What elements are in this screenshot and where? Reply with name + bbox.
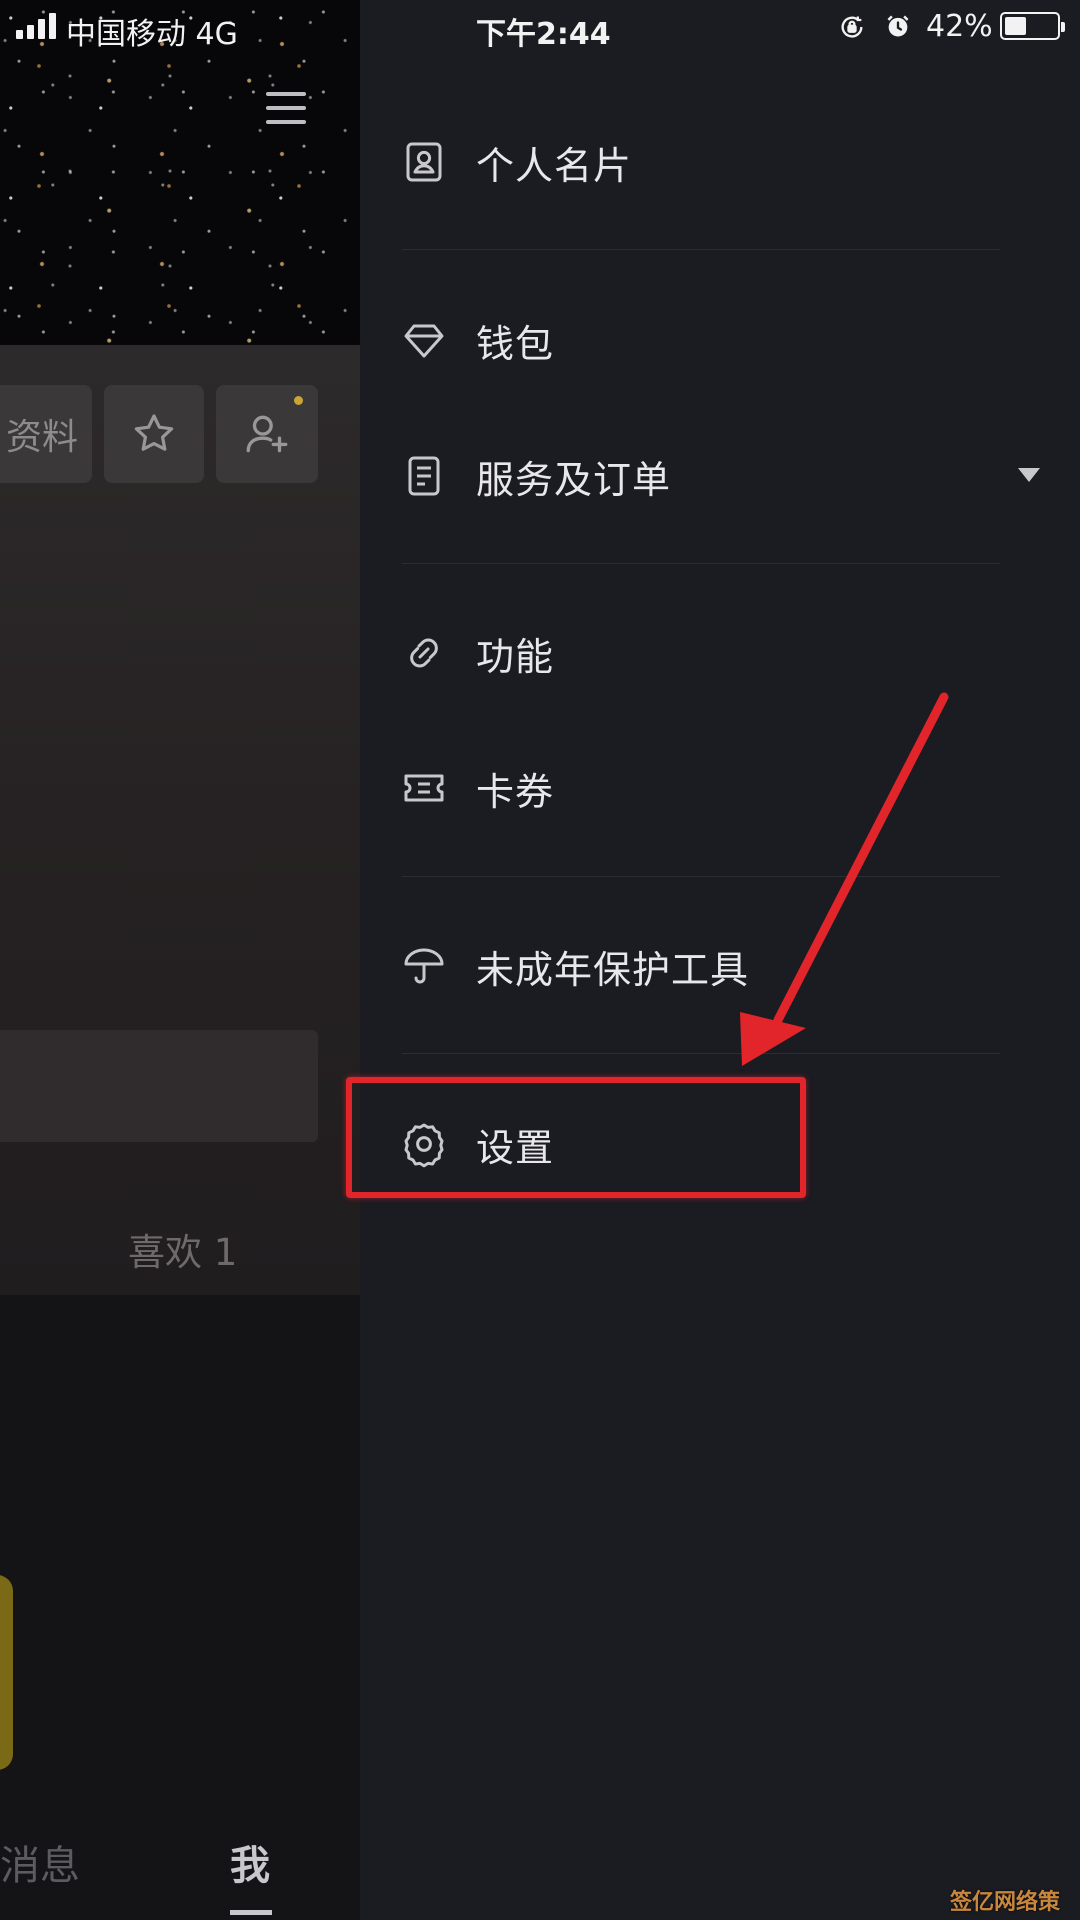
- ticket-icon: [404, 774, 444, 802]
- rotation-lock-icon: [841, 16, 863, 38]
- link-icon: [410, 638, 438, 668]
- menu-item-label: 服务及订单: [476, 457, 672, 502]
- menu-item-coupons[interactable]: 卡券: [400, 748, 1040, 828]
- likes-tab[interactable]: 喜欢 1: [128, 1222, 237, 1276]
- notification-dot: [294, 396, 303, 405]
- id-card-icon: [406, 142, 442, 182]
- menu-item-label: 卡券: [476, 769, 555, 814]
- menu-item-features[interactable]: 功能: [400, 613, 1040, 693]
- document-list-icon: [408, 456, 440, 496]
- side-drawer-menu: 个人名片 钱包 服务及订单 功能 卡券 未成年保护工具 设置: [360, 0, 1080, 1920]
- background-profile-page: 资料 喜欢 1 消息 我: [0, 0, 360, 1920]
- favorite-button[interactable]: [104, 385, 204, 483]
- menu-item-label: 钱包: [476, 321, 555, 366]
- menu-item-label: 个人名片: [476, 143, 633, 188]
- annotation-highlight-box: [346, 1077, 806, 1198]
- umbrella-icon: [404, 948, 444, 984]
- hamburger-menu-icon[interactable]: [266, 92, 306, 124]
- menu-item-services-orders[interactable]: 服务及订单: [400, 436, 1040, 516]
- profile-content-area: [0, 345, 360, 1295]
- menu-item-wallet[interactable]: 钱包: [400, 300, 1040, 380]
- menu-item-business-card[interactable]: 个人名片: [400, 122, 1040, 202]
- diamond-icon: [404, 324, 444, 358]
- status-bar: 中国移动 4G 下午2:44 42%: [0, 0, 1080, 56]
- battery-level-fill: [1005, 17, 1026, 35]
- tab-messages[interactable]: 消息: [0, 1833, 80, 1891]
- signal-strength-icon: [16, 13, 56, 39]
- edit-profile-label: 资料: [5, 417, 78, 458]
- expand-caret-icon[interactable]: [1018, 468, 1040, 482]
- tab-me[interactable]: 我: [230, 1833, 270, 1891]
- divider: [402, 249, 1000, 250]
- divider: [402, 1053, 1000, 1054]
- battery-percentage: 42%: [926, 9, 993, 44]
- carrier-label: 中国移动 4G: [66, 17, 238, 52]
- menu-item-minor-protection[interactable]: 未成年保护工具: [400, 926, 1040, 1006]
- menu-item-label: 功能: [476, 634, 555, 679]
- divider: [402, 563, 1000, 564]
- divider: [402, 876, 1000, 877]
- floating-action-tab[interactable]: [0, 1575, 13, 1770]
- battery-icon: [1000, 12, 1065, 40]
- alarm-clock-icon: [887, 15, 909, 37]
- active-tab-indicator: [230, 1910, 272, 1915]
- edit-profile-button[interactable]: 资料: [0, 385, 92, 483]
- star-icon: [134, 414, 174, 451]
- menu-item-label: 未成年保护工具: [476, 947, 750, 992]
- profile-info-block: [0, 1030, 318, 1142]
- clock: 下午2:44: [476, 17, 611, 52]
- add-user-icon: [246, 415, 288, 453]
- watermark: 签亿网络策划: [950, 1890, 1061, 1915]
